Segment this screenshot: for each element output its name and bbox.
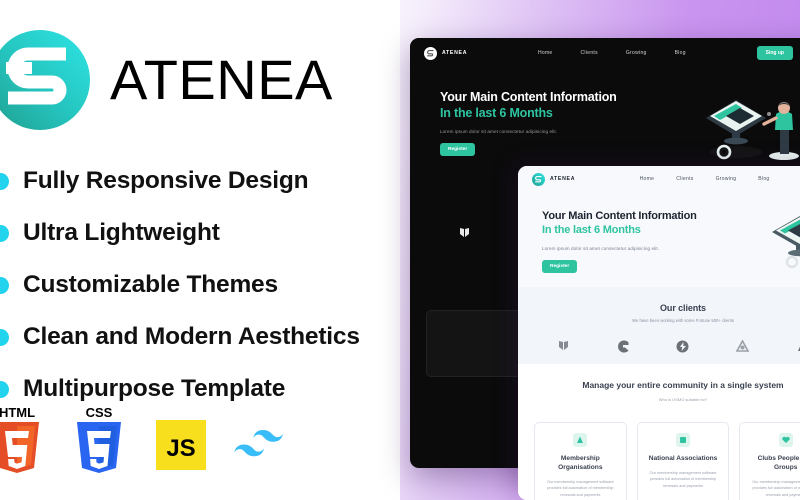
svg-text:CSS: CSS	[86, 405, 113, 420]
html5-icon: HTML	[0, 404, 48, 474]
building-icon	[676, 432, 690, 447]
navbar: ATENEA Home Clients Growing Blog	[518, 166, 800, 192]
feature-label: Multipurpose Template	[23, 375, 286, 402]
client-logo-row	[518, 338, 800, 354]
client-bolt-icon	[675, 339, 690, 354]
navbar-brand-text: ATENEA	[550, 176, 576, 182]
feature-card-title: National Associations	[648, 454, 718, 462]
isometric-monitor-illustration-icon	[742, 198, 800, 272]
community-subtitle: Who is OSMO suitable for?	[658, 396, 708, 402]
brand-lockup: ATENEA	[0, 28, 333, 132]
navbar-brand[interactable]: ATENEA	[532, 172, 576, 186]
client-shield-icon	[556, 339, 571, 354]
atenea-circle-logo-icon	[0, 28, 92, 132]
feature-item: Fully Responsive Design	[0, 155, 400, 207]
hero-section: Your Main Content Information In the las…	[410, 68, 800, 174]
heart-people-icon	[778, 432, 793, 447]
community-section: Manage your entire community in a single…	[518, 363, 800, 410]
client-c-icon	[616, 339, 631, 354]
left-info-panel: ATENEA Fully Responsive Design Ultra Lig…	[0, 0, 400, 500]
navbar: ATENEA Home Clients Growing Blog Sing up…	[410, 38, 800, 68]
feature-card-body: Our membership management software provi…	[752, 479, 800, 497]
clients-title: Our clients	[660, 302, 706, 313]
client-drop-icon	[795, 339, 800, 354]
nav-link-home[interactable]: Home	[640, 176, 655, 182]
feature-list: Fully Responsive Design Ultra Lightweigh…	[0, 155, 400, 415]
register-button[interactable]: Register	[542, 259, 578, 273]
tailwind-icon	[232, 404, 294, 474]
tech-stack-row: HTML CSS JS	[0, 404, 294, 474]
atenea-logo-icon	[424, 46, 437, 60]
feature-item: Ultra Lightweight	[0, 207, 400, 259]
feature-card-title: Membership Organisations	[558, 454, 603, 471]
register-button[interactable]: Register	[440, 143, 476, 157]
nav-link-clients[interactable]: Clients	[676, 176, 693, 182]
feature-label: Customizable Themes	[23, 271, 278, 298]
nav-link-growing[interactable]: Growing	[626, 50, 647, 56]
people-group-icon	[573, 432, 588, 447]
feature-label: Ultra Lightweight	[23, 219, 220, 246]
feature-item: Customizable Themes	[0, 259, 400, 311]
feature-card-body: Our membership management software provi…	[546, 479, 614, 497]
signup-button[interactable]: Sing up	[756, 46, 793, 60]
atenea-logo-icon	[532, 172, 545, 186]
feature-card-row: Membership Organisations Our membership …	[518, 409, 800, 500]
svg-text:HTML: HTML	[0, 405, 35, 420]
navbar-brand[interactable]: ATENEA	[424, 46, 468, 60]
feature-card[interactable]: Membership Organisations Our membership …	[534, 421, 627, 500]
nav-link-growing[interactable]: Growing	[716, 176, 737, 182]
brand-title: ATENEA	[110, 48, 333, 111]
javascript-icon: JS	[150, 404, 212, 474]
navbar-brand-text: ATENEA	[442, 50, 468, 56]
community-title: Manage your entire community in a single…	[582, 379, 784, 390]
feature-label: Clean and Modern Aesthetics	[23, 323, 360, 350]
feature-card-title: Clubs People And Groups	[757, 454, 800, 471]
feature-item: Clean and Modern Aesthetics	[0, 311, 400, 363]
light-theme-website-mockup[interactable]: ATENEA Home Clients Growing Blog Your Ma…	[518, 166, 800, 500]
hero-section: Your Main Content Information In the las…	[518, 192, 800, 287]
navbar-actions: Sing up Log in	[756, 46, 800, 60]
feature-card[interactable]: Clubs People And Groups Our membership m…	[739, 421, 800, 500]
bullet-dot-icon	[0, 172, 9, 190]
feature-card[interactable]: National Associations Our membership man…	[636, 421, 730, 500]
client-shield-icon	[457, 226, 472, 241]
bullet-dot-icon	[0, 328, 9, 346]
feature-card-body: Our membership management software provi…	[649, 470, 717, 488]
svg-text:JS: JS	[166, 435, 195, 462]
navbar-links: Home Clients Growing Blog	[538, 50, 686, 56]
css3-icon: CSS	[68, 404, 130, 474]
clients-section: Our clients We have been working with so…	[518, 286, 800, 364]
client-triangle-icon	[735, 338, 750, 354]
nav-link-clients[interactable]: Clients	[581, 50, 598, 56]
bullet-dot-icon	[0, 224, 9, 242]
navbar-links: Home Clients Growing Blog	[640, 176, 770, 182]
nav-link-blog[interactable]: Blog	[758, 176, 769, 182]
nav-link-blog[interactable]: Blog	[675, 50, 686, 56]
bullet-dot-icon	[0, 380, 9, 398]
isometric-person-monitor-illustration-icon	[696, 78, 800, 164]
feature-label: Fully Responsive Design	[23, 167, 309, 194]
nav-link-home[interactable]: Home	[538, 50, 553, 56]
bullet-dot-icon	[0, 276, 9, 294]
clients-subtitle: We have been working with some Fortune 5…	[632, 317, 734, 323]
